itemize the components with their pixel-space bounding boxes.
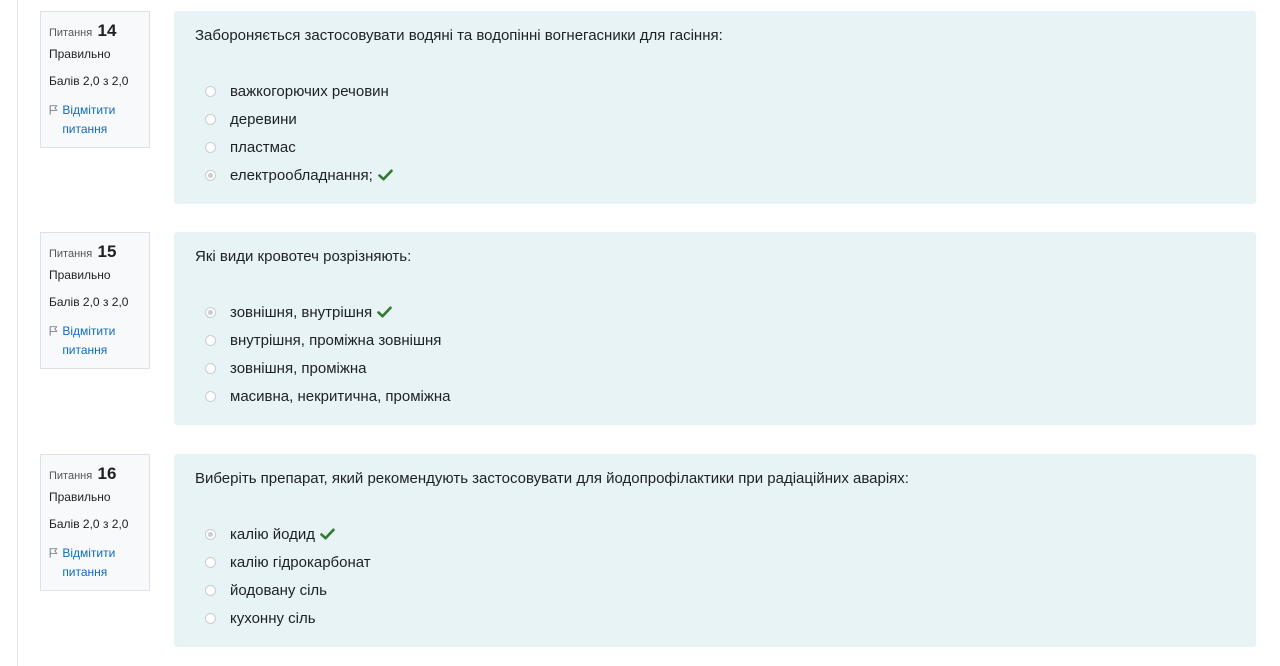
answer-label: пластмас (230, 138, 296, 156)
answer-option[interactable]: внутрішня, проміжна зовнішня (195, 326, 1235, 354)
answer-option[interactable]: калію йодид (195, 520, 1235, 548)
answer-list: важкогорючих речовин деревини пластмас е… (195, 77, 1235, 189)
answer-label: масивна, некритична, проміжна (230, 387, 451, 405)
answer-radio-selected[interactable] (205, 306, 216, 318)
question-text: Забороняється застосовувати водяні та во… (195, 27, 723, 44)
answer-label: важкогорючих речовин (230, 82, 389, 100)
flag-question-label: Відмітити питання (62, 324, 116, 357)
question-number: Питання 15 (49, 241, 141, 263)
answer-radio[interactable] (205, 390, 216, 402)
answer-option[interactable]: зовнішня, внутрішня (195, 298, 1235, 326)
answer-radio[interactable] (205, 334, 216, 346)
flag-icon (49, 326, 58, 336)
answer-list: калію йодид калію гідрокарбонат йодовану… (195, 520, 1235, 632)
question-number: Питання 14 (49, 20, 141, 42)
question-text: Які види кровотеч розрізняють: (195, 248, 412, 265)
question-number: Питання 16 (49, 463, 141, 485)
question-label: Питання (49, 248, 93, 260)
question-number-value: 14 (97, 21, 117, 40)
question-grade: Балів 2,0 з 2,0 (49, 295, 129, 309)
question-label: Питання (49, 470, 93, 482)
flag-question-label: Відмітити питання (62, 546, 116, 579)
answer-list: зовнішня, внутрішня внутрішня, проміжна … (195, 298, 1235, 410)
check-icon (377, 306, 392, 318)
answer-radio[interactable] (205, 362, 216, 374)
flag-question-link[interactable]: Відмітити питання (49, 544, 141, 582)
question-text: Виберіть препарат, який рекомендують зас… (195, 470, 909, 487)
answer-radio-selected[interactable] (205, 169, 216, 181)
flag-question-link[interactable]: Відмітити питання (49, 322, 141, 360)
answer-option[interactable]: зовнішня, проміжна (195, 354, 1235, 382)
check-icon (378, 169, 393, 181)
answer-radio[interactable] (205, 113, 216, 125)
flag-question-link[interactable]: Відмітити питання (49, 101, 141, 139)
answer-option[interactable]: пластмас (195, 133, 1235, 161)
question-grade: Балів 2,0 з 2,0 (49, 74, 129, 88)
answer-label: зовнішня, проміжна (230, 359, 367, 377)
answer-label: електрообладнання; (230, 166, 373, 184)
flag-question-label: Відмітити питання (62, 103, 116, 136)
question-number-value: 15 (97, 242, 117, 261)
question-state: Правильно (49, 47, 111, 61)
flag-icon (49, 548, 58, 558)
answer-label: внутрішня, проміжна зовнішня (230, 331, 442, 349)
answer-radio[interactable] (205, 612, 216, 624)
question-number-value: 16 (97, 464, 117, 483)
question-label: Питання (49, 27, 93, 39)
answer-radio[interactable] (205, 556, 216, 568)
answer-radio[interactable] (205, 584, 216, 596)
question-content: Забороняється застосовувати водяні та во… (174, 11, 1256, 204)
answer-label: калію гідрокарбонат (230, 553, 371, 571)
flag-icon (49, 105, 58, 115)
answer-label: калію йодид (230, 525, 316, 543)
answer-radio[interactable] (205, 141, 216, 153)
answer-option[interactable]: масивна, некритична, проміжна (195, 382, 1235, 410)
question-info: Питання 16 Правильно Балів 2,0 з 2,0 Від… (40, 454, 150, 591)
question-state: Правильно (49, 490, 111, 504)
question-grade: Балів 2,0 з 2,0 (49, 517, 129, 531)
question-info: Питання 15 Правильно Балів 2,0 з 2,0 Від… (40, 232, 150, 369)
quiz-review-page: Питання 14 Правильно Балів 2,0 з 2,0 Від… (17, 0, 1280, 666)
question-info: Питання 14 Правильно Балів 2,0 з 2,0 Від… (40, 11, 150, 148)
answer-option[interactable]: деревини (195, 105, 1235, 133)
question-content: Виберіть препарат, який рекомендують зас… (174, 454, 1256, 647)
check-icon (320, 528, 335, 540)
answer-radio[interactable] (205, 85, 216, 97)
answer-label: зовнішня, внутрішня (230, 303, 373, 321)
answer-option[interactable]: важкогорючих речовин (195, 77, 1235, 105)
answer-option[interactable]: кухонну сіль (195, 604, 1235, 632)
question-content: Які види кровотеч розрізняють: зовнішня,… (174, 232, 1256, 425)
answer-label: йодовану сіль (230, 581, 327, 599)
answer-radio-selected[interactable] (205, 528, 216, 540)
answer-option[interactable]: йодовану сіль (195, 576, 1235, 604)
answer-option[interactable]: калію гідрокарбонат (195, 548, 1235, 576)
answer-option[interactable]: електрообладнання; (195, 161, 1235, 189)
answer-label: деревини (230, 110, 297, 128)
answer-label: кухонну сіль (230, 609, 316, 627)
question-state: Правильно (49, 268, 111, 282)
